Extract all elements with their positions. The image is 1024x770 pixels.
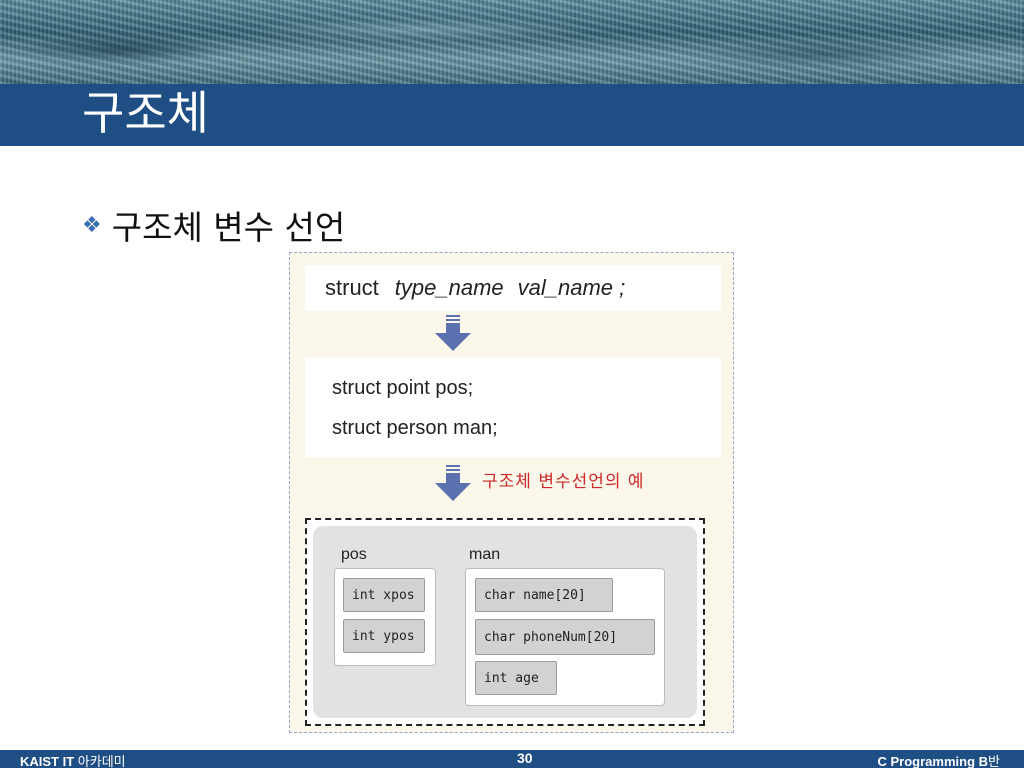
memory-diagram-panel: pos man int xpos int ypos char name[20] …	[313, 526, 697, 718]
footer-course: C Programming B반	[878, 751, 1000, 770]
syntax-type-name: type_name	[394, 275, 504, 300]
page-number: 30	[517, 750, 533, 766]
footer-course-suffix: 반	[988, 754, 1000, 769]
footer-course-name: C Programming B	[877, 754, 989, 769]
struct-member: int ypos	[343, 619, 425, 653]
man-label: man	[469, 546, 501, 563]
pos-struct-card: int xpos int ypos	[334, 568, 436, 666]
pos-label: pos	[341, 546, 367, 563]
slide-title: 구조체	[82, 86, 209, 140]
syntax-box: struct type_name val_name ;	[305, 265, 721, 311]
example-code-box: struct point pos; struct person man;	[305, 357, 721, 457]
memory-diagram: pos man int xpos int ypos char name[20] …	[305, 518, 705, 726]
struct-member: int xpos	[343, 578, 425, 612]
struct-declaration-figure: struct type_name val_name ; struct point…	[289, 252, 734, 733]
syntax-val-name: val_name ;	[517, 275, 626, 300]
man-struct-card: char name[20] char phoneNum[20] int age	[465, 568, 665, 706]
footer-org: KAIST IT 아카데미	[20, 751, 126, 770]
down-arrow-icon	[435, 315, 471, 351]
header-texture	[0, 0, 1024, 84]
bullet-item: ❖ 구조체 변수 선언	[82, 202, 345, 248]
figure-caption: 구조체 변수선언의 예	[482, 472, 645, 492]
example-line: struct person man;	[332, 417, 498, 439]
footer-bar: KAIST IT 아카데미 30 C Programming B반	[0, 750, 1024, 770]
example-line: struct point pos;	[332, 377, 474, 399]
struct-member: char name[20]	[475, 578, 613, 612]
bullet-text: 구조체 변수 선언	[111, 208, 346, 247]
footer-org-name: KAIST IT	[20, 754, 75, 769]
struct-member: int age	[475, 661, 557, 695]
down-arrow-icon	[435, 465, 471, 501]
struct-member: char phoneNum[20]	[475, 619, 655, 655]
diamond-bullet-icon: ❖	[82, 212, 102, 238]
footer-org-suffix: 아카데미	[74, 754, 126, 769]
syntax-keyword: struct	[325, 275, 379, 300]
